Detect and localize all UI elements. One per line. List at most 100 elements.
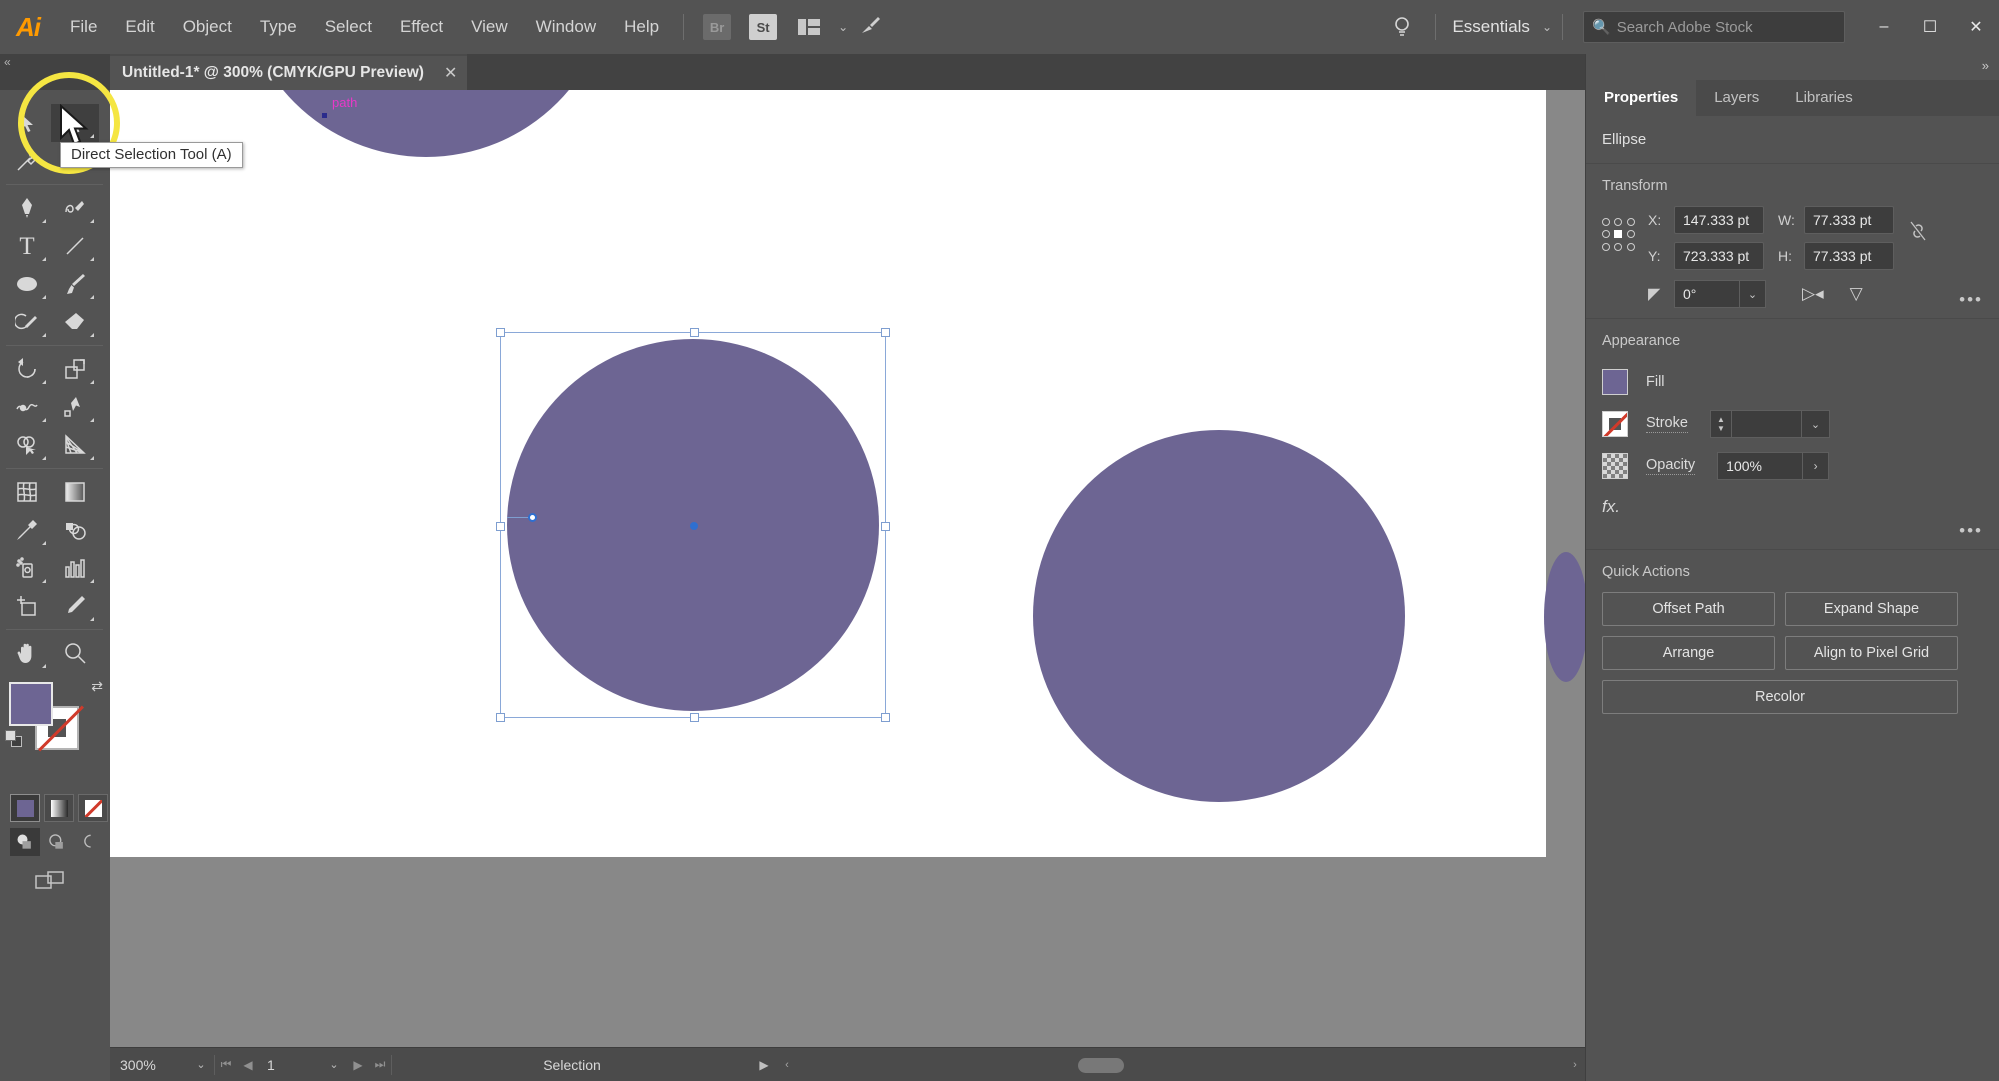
stock-icon[interactable]: St <box>746 12 780 42</box>
draw-normal-button[interactable] <box>10 828 40 856</box>
stroke-label[interactable]: Stroke <box>1646 415 1688 433</box>
fill-color-swatch[interactable] <box>1602 369 1628 395</box>
opacity-label[interactable]: Opacity <box>1646 457 1696 475</box>
transform-more-options-icon[interactable]: ••• <box>1959 290 1983 310</box>
expand-panels-icon[interactable]: » <box>1982 58 1989 73</box>
ellipse-tool[interactable] <box>3 265 51 303</box>
gradient-mode-button[interactable] <box>44 794 74 822</box>
swap-fill-stroke-icon[interactable]: ⇄ <box>91 678 103 695</box>
horizontal-scrollbar[interactable]: ‹ › <box>778 1054 1584 1075</box>
first-artboard-icon[interactable]: ⏮ <box>215 1057 237 1072</box>
handle-top-right[interactable] <box>881 328 890 337</box>
eraser-tool[interactable] <box>51 303 99 341</box>
h-input[interactable]: 77.333 pt <box>1804 242 1894 270</box>
handle-top-center[interactable] <box>690 328 699 337</box>
w-input[interactable]: 77.333 pt <box>1804 206 1894 234</box>
curvature-tool[interactable] <box>51 189 99 227</box>
status-menu-icon[interactable]: ▶ <box>752 1058 776 1072</box>
shaper-tool[interactable] <box>3 303 51 341</box>
search-lightbulb-icon[interactable] <box>1385 12 1419 42</box>
stroke-weight-input[interactable] <box>1731 410 1802 438</box>
menu-file[interactable]: File <box>56 0 111 54</box>
free-transform-tool[interactable] <box>51 388 99 426</box>
handle-bottom-center[interactable] <box>690 713 699 722</box>
pen-tool[interactable] <box>3 189 51 227</box>
maximize-button[interactable]: ☐ <box>1907 0 1953 54</box>
stroke-color-swatch[interactable] <box>1602 411 1628 437</box>
minimize-button[interactable]: – <box>1861 0 1907 54</box>
opacity-options-icon[interactable]: › <box>1803 452 1830 480</box>
constrain-proportions-icon[interactable] <box>1908 220 1928 248</box>
tab-properties[interactable]: Properties <box>1586 80 1697 116</box>
workspace-switcher[interactable]: Essentials <box>1446 17 1535 37</box>
fx-label[interactable]: fx. <box>1602 497 1620 517</box>
edge-partial-ellipse[interactable] <box>1544 552 1586 682</box>
next-artboard-icon[interactable]: ▶ <box>347 1058 369 1072</box>
menu-help[interactable]: Help <box>610 0 673 54</box>
expand-shape-button[interactable]: Expand Shape <box>1785 592 1958 626</box>
artboard-number-field[interactable]: 1 <box>259 1048 321 1081</box>
tab-layers[interactable]: Layers <box>1696 80 1777 116</box>
symbol-sprayer-tool[interactable] <box>3 549 51 587</box>
artboard-chevron-down-icon[interactable]: ⌄ <box>321 1058 347 1071</box>
default-fill-stroke-icon[interactable] <box>5 730 25 750</box>
scroll-left-icon[interactable]: ‹ <box>780 1058 794 1073</box>
reference-point-selector[interactable] <box>1602 218 1636 252</box>
slice-tool[interactable] <box>51 587 99 625</box>
canvas-area[interactable]: path <box>110 90 1586 1047</box>
handle-bottom-left[interactable] <box>496 713 505 722</box>
zoom-tool[interactable] <box>51 634 99 672</box>
gradient-tool[interactable] <box>51 473 99 511</box>
menu-window[interactable]: Window <box>522 0 610 54</box>
x-input[interactable]: 147.333 pt <box>1674 206 1764 234</box>
document-tab[interactable]: Untitled-1* @ 300% (CMYK/GPU Preview) ✕ <box>110 54 468 90</box>
close-button[interactable]: ✕ <box>1953 0 1999 54</box>
draw-behind-button[interactable] <box>42 828 72 856</box>
chevron-down-icon[interactable]: ⌄ <box>838 20 848 34</box>
arrange-documents-icon[interactable] <box>792 12 826 42</box>
rotate-tool[interactable] <box>3 350 51 388</box>
top-partial-ellipse[interactable] <box>240 90 612 157</box>
line-segment-tool[interactable] <box>51 227 99 265</box>
right-ellipse[interactable] <box>1033 430 1405 802</box>
paintbrush-tool[interactable] <box>51 265 99 303</box>
close-tab-icon[interactable]: ✕ <box>444 63 457 83</box>
handle-top-left[interactable] <box>496 328 505 337</box>
collapse-panel-icon[interactable]: « <box>4 55 11 69</box>
mesh-tool[interactable] <box>3 473 51 511</box>
appearance-more-options-icon[interactable]: ••• <box>1959 521 1983 541</box>
direct-selection-tool[interactable] <box>51 104 99 142</box>
menu-type[interactable]: Type <box>246 0 311 54</box>
scale-tool[interactable] <box>51 350 99 388</box>
artboard[interactable]: path <box>110 90 1586 857</box>
flip-vertical-icon[interactable]: ▽ <box>1850 284 1863 304</box>
width-tool[interactable] <box>3 388 51 426</box>
type-tool[interactable]: T <box>3 227 51 265</box>
shape-builder-tool[interactable] <box>3 426 51 464</box>
magic-wand-tool[interactable] <box>3 142 51 180</box>
anchor-point-indicator[interactable] <box>528 513 537 522</box>
fill-swatch[interactable] <box>9 682 53 726</box>
workspace-chevron-down-icon[interactable]: ⌄ <box>1542 20 1552 34</box>
menu-view[interactable]: View <box>457 0 522 54</box>
zoom-level-field[interactable]: 300% <box>110 1048 188 1081</box>
arrange-button[interactable]: Arrange <box>1602 636 1775 670</box>
menu-effect[interactable]: Effect <box>386 0 457 54</box>
last-artboard-icon[interactable]: ⏭ <box>369 1057 391 1072</box>
hand-tool[interactable] <box>3 634 51 672</box>
blend-tool[interactable] <box>51 511 99 549</box>
column-graph-tool[interactable] <box>51 549 99 587</box>
search-adobe-stock-input[interactable]: 🔍 Search Adobe Stock <box>1583 11 1845 43</box>
change-screen-mode-button[interactable] <box>32 868 68 894</box>
perspective-grid-tool[interactable] <box>51 426 99 464</box>
stroke-weight-stepper[interactable]: ▲ ▼ <box>1709 410 1732 438</box>
artboard-tool[interactable] <box>3 587 51 625</box>
eyedropper-tool[interactable] <box>3 511 51 549</box>
angle-input[interactable]: 0° <box>1674 280 1740 308</box>
discover-icon[interactable] <box>854 12 888 42</box>
zoom-chevron-down-icon[interactable]: ⌄ <box>188 1058 214 1071</box>
handle-middle-left[interactable] <box>496 522 505 531</box>
menu-edit[interactable]: Edit <box>111 0 168 54</box>
angle-chevron-down-icon[interactable]: ⌄ <box>1740 280 1766 308</box>
opacity-input[interactable]: 100% <box>1717 452 1804 480</box>
